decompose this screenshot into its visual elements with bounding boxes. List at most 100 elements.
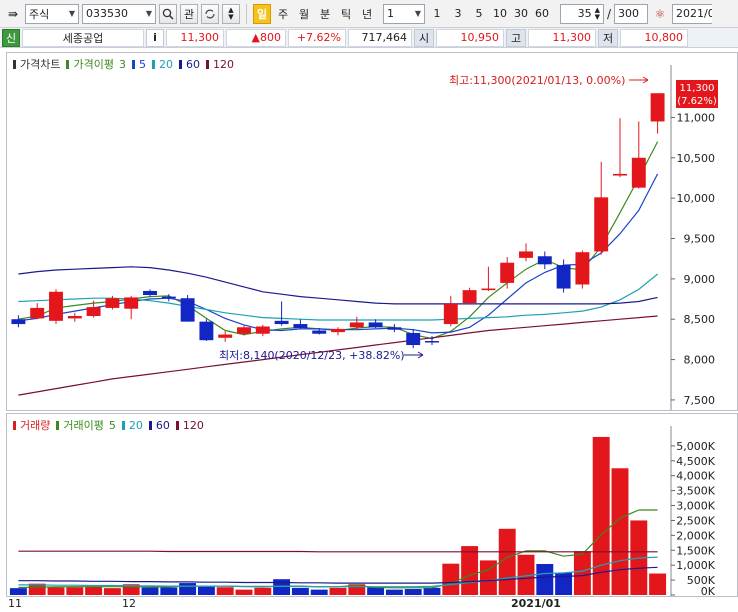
volume-bar [216,587,234,595]
chevron-down-icon: ▼ [145,9,152,18]
candle-body [519,251,533,258]
ma-line-5 [18,173,659,334]
stock-code-input[interactable]: 033530 ▼ [82,3,156,24]
period-tick-button[interactable]: 틱 [337,4,355,24]
low-label: 저 [598,28,618,47]
y-tick-label: 9,500 [684,233,716,246]
candle-body [49,291,63,321]
interval-5-button[interactable]: 5 [470,4,488,24]
price-chart-panel[interactable]: 가격차트 가격이평 3 5 20 60 120 7,500 8,000 8,500 9… [6,52,738,411]
volume-bar [160,587,178,595]
interval-3-button[interactable]: 3 [449,4,467,24]
chevron-down-icon: ▼ [414,9,421,18]
stock-code-value: 033530 [86,7,128,20]
interval-10-button[interactable]: 10 [491,4,509,24]
x-label-nov: 11 [8,597,22,610]
candle-body [650,93,665,122]
high-price: 11,300 [528,28,596,47]
y-tick-label: 11,000 [677,111,716,124]
prev-next-stepper[interactable]: ▲ ▼ [222,3,240,24]
candle-body [575,252,590,285]
volume-bar [423,587,441,595]
stock-flag-badge: 신 [2,28,20,47]
candle-body [556,265,571,289]
chevron-down-icon: ▼ [68,9,75,18]
volume-bar [85,586,103,595]
period-day-button[interactable]: 일 [253,3,271,24]
unit-value: 1 [387,7,394,20]
stock-info-button[interactable]: i [146,28,164,47]
interval-1-button[interactable]: 1 [428,4,446,24]
candle-body [406,332,421,346]
count-separator: / [607,6,612,21]
y-tick-label: 7,500 [684,394,716,407]
period-month-button[interactable]: 월 [295,4,313,24]
chevron-up-down-icon: ▲ ▼ [594,5,600,21]
period-year-button[interactable]: 년 [358,4,376,24]
candle-body [425,341,439,343]
candle-body [594,197,609,252]
volume-chart-panel[interactable]: 거래량 거래이평 5 20 60 120 0K 500K 1,000K 1,500K 2… [6,413,738,597]
candle-body [387,327,402,330]
candle-body [255,326,270,334]
high-label: 고 [506,28,526,47]
unit-select[interactable]: 1 ▼ [383,3,425,24]
volume-bar [141,587,159,595]
current-price: 11,300 [166,28,224,47]
volume-bar [235,589,253,595]
chevron-down-icon: ▼ [228,12,234,21]
count-stepper[interactable]: 35 ▲ ▼ [560,3,604,24]
low-annotation: 최저:8,140(2020/12/23, +38.82%) [219,349,405,362]
total-count-field[interactable]: 300 [614,3,649,24]
period-week-button[interactable]: 주 [274,4,292,24]
sync-button[interactable] [201,3,219,24]
volume-bar [197,586,215,595]
panel-toggle-icon[interactable]: ⇛ [4,4,22,24]
watchlist-button[interactable]: 관 [180,3,198,24]
zoom-button[interactable]: ⚛ [651,4,669,24]
volume-bar [649,573,667,595]
y-tick-label: 500K [687,574,716,587]
y-tick-label: 8,000 [684,354,716,367]
y-tick-label: 2,000K [676,529,715,542]
candle-body [368,322,383,328]
y-tick-label: 4,000K [676,470,715,483]
volume-bar [611,468,629,595]
candle-body [631,157,646,188]
volume-bar [273,579,291,595]
market-label: 주식 [29,7,50,21]
period-minute-button[interactable]: 분 [316,4,334,24]
volume-bar [310,589,328,595]
candle-body [124,297,139,309]
candle-body [349,322,364,328]
candle-body [312,330,327,334]
volume-ma-line-120 [18,550,658,553]
candle-body [481,288,496,291]
sync-icon [205,9,215,18]
x-axis: 11 12 2021/01 [0,597,738,612]
change-rate: +7.62% [288,28,346,47]
high-annotation: 최고:11,300(2021/01/13, 0.00%) [449,74,625,87]
search-button[interactable] [159,3,177,24]
open-price: 10,950 [436,28,504,47]
volume-bar [47,587,65,595]
candle-body [180,298,195,322]
volume-bar [103,588,121,595]
candle-body [11,319,26,325]
date-field[interactable]: 2021/0 [672,3,713,24]
volume-bar [536,563,554,595]
open-label: 시 [414,28,434,47]
market-select[interactable]: 주식 ▼ [25,3,79,24]
candle-body [143,290,157,295]
volume-bar [367,587,385,595]
interval-60-button[interactable]: 60 [533,4,551,24]
stock-name[interactable]: 세종공업 [22,28,144,47]
interval-30-button[interactable]: 30 [512,4,530,24]
y-tick-label: 10,500 [677,152,716,165]
volume-chart-svg: 0K500K1,000K1,500K2,000K2,500K3,000K3,50… [9,426,716,596]
volume-bar [9,588,27,595]
y-tick-label: 5,000K [676,440,715,453]
candle-body [67,315,82,319]
y-tick-label: 10,000 [677,192,716,205]
candle-body [237,327,251,334]
